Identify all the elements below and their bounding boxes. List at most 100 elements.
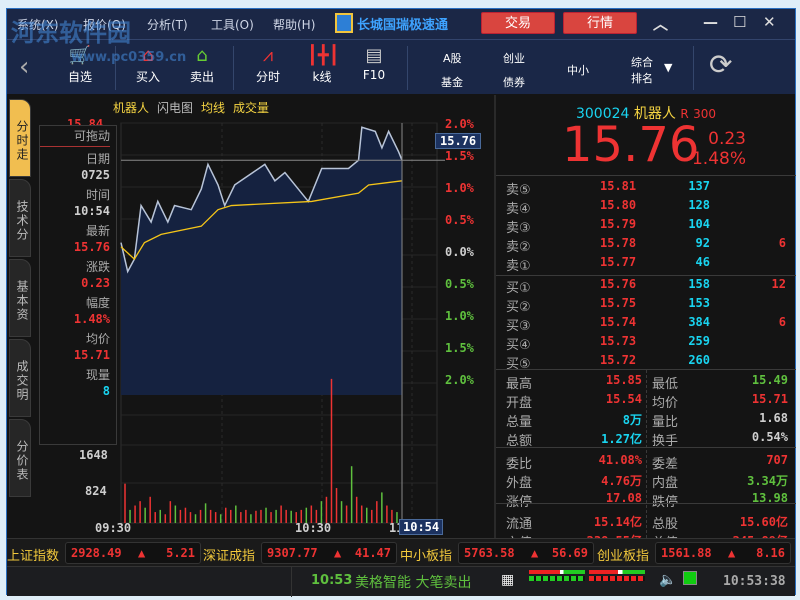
percent-tick: 1.0% — [445, 181, 474, 195]
quote-panel: 300024 机器人 R 300 15.76 0.23 1.48% 卖⑤ 15.8… — [494, 95, 796, 551]
cursor-time-label: 10:54 — [399, 519, 444, 535]
index-name[interactable]: 深证成指 — [203, 545, 255, 564]
cursor-info-panel[interactable]: 可拖动 日期 0725 时间 10:54 最新 15.76 涨跌 0.23 幅度 1.48… — [39, 125, 117, 445]
index-quote[interactable]: 5763.58 ▲ 56.69 — [458, 542, 594, 564]
cat-bonds[interactable]: 债券 — [503, 74, 525, 90]
buy-level-p[interactable]: 15.76 — [600, 277, 636, 291]
buy-level-p[interactable]: 15.72 — [600, 353, 636, 367]
buy-level-l: 买① — [506, 281, 531, 296]
stat-label: 委差 — [652, 457, 679, 472]
info-time-label: 时间 — [85, 188, 110, 202]
stat-value: 15.71 — [751, 392, 788, 406]
menu-help[interactable]: 帮助(H) — [273, 16, 315, 33]
sell-level-x: 6 — [778, 236, 786, 250]
buy-level-p[interactable]: 15.75 — [600, 296, 636, 310]
kline-button[interactable]: ┃╋┃ k线 — [307, 44, 340, 85]
stat-label: 最低 — [652, 377, 679, 392]
intraday-chart-icon: ⩘ — [262, 45, 274, 66]
menu-tools[interactable]: 工具(O) — [211, 16, 254, 33]
brand-logo-icon — [335, 13, 353, 33]
dropdown-icon[interactable]: ▼ — [664, 61, 672, 74]
cat-ranking[interactable]: 排名 — [631, 70, 653, 86]
intraday-chart[interactable]: 机器人 闪电图 均线 成交量 15.84 2.0% 1.5% 1.0% 0.5% 0.0… — [7, 95, 497, 538]
up-arrow-icon: ▲ — [728, 546, 736, 560]
stat-label: 量比 — [652, 415, 679, 430]
stat-value: 707 — [766, 453, 788, 467]
index-name[interactable]: 上证指数 — [7, 545, 59, 564]
buy-level-v: 259 — [688, 334, 710, 348]
index-name[interactable]: 创业板指 — [597, 545, 649, 564]
divider — [496, 175, 796, 176]
buy-level-v: 384 — [688, 315, 710, 329]
sell-level-l: 卖④ — [506, 202, 531, 217]
sell-level-p[interactable]: 15.81 — [600, 179, 636, 193]
sell-button[interactable]: ⌂ 卖出 — [187, 44, 217, 85]
watermark-url: www.pc0359.cn — [71, 50, 187, 65]
quote-button[interactable]: 行情 — [563, 12, 637, 34]
index-name[interactable]: 中小板指 — [400, 545, 452, 564]
index-change: 8.16 — [756, 546, 785, 560]
stat-value: 8万 — [622, 413, 642, 427]
network-status-icon[interactable] — [683, 571, 697, 585]
news-ticker[interactable]: 美格智能 大笔卖出 — [355, 572, 471, 592]
sell-level-l: 卖① — [506, 259, 531, 274]
index-quote[interactable]: 9307.77 ▲ 41.47 — [261, 542, 397, 564]
index-quote[interactable]: 2928.49 ▲ 5.21 — [65, 542, 201, 564]
index-value: 5763.58 — [464, 546, 515, 560]
refresh-icon[interactable]: ⟳ — [709, 48, 732, 81]
drag-label[interactable]: 可拖动 — [40, 126, 110, 147]
buy-level-x: 12 — [771, 277, 786, 291]
minimize-icon[interactable]: — — [703, 13, 718, 31]
cat-a-shares[interactable]: A股 — [443, 50, 462, 66]
sell-level-p[interactable]: 15.77 — [600, 255, 636, 269]
cat-sme[interactable]: 中小 — [567, 62, 589, 78]
stat-value: 1.68 — [759, 411, 788, 425]
info-pct: 1.48% — [73, 312, 110, 326]
sell-level-p[interactable]: 15.79 — [600, 217, 636, 231]
f10-button[interactable]: ▤ F10 — [359, 44, 389, 82]
grid-menu-icon[interactable]: ▦ — [501, 572, 514, 588]
info-date-label: 日期 — [85, 152, 110, 166]
intraday-label: 分时 — [255, 70, 280, 84]
watermark-text: 河东软件园 — [11, 19, 131, 47]
sell-label: 卖出 — [189, 70, 214, 84]
watermark: 河东软件园 www.pc0359.cn — [11, 13, 186, 65]
stat-value: 15.60亿 — [739, 515, 788, 529]
buy-level-v: 153 — [688, 296, 710, 310]
collapse-icon[interactable]: ︿ — [653, 13, 668, 34]
percent-tick: 0.0% — [445, 245, 474, 259]
up-arrow-icon: ▲ — [531, 546, 539, 560]
percent-tick: 2.0% — [445, 373, 474, 387]
info-vol: 8 — [102, 384, 110, 398]
cat-funds[interactable]: 基金 — [441, 74, 463, 90]
f10-label: F10 — [362, 68, 386, 82]
stat-label: 外盘 — [506, 476, 533, 491]
maximize-icon[interactable]: ☐ — [733, 13, 746, 31]
buy-level-p[interactable]: 15.73 — [600, 334, 636, 348]
sell-level-p[interactable]: 15.80 — [600, 198, 636, 212]
index-quote[interactable]: 1561.88 ▲ 8.16 — [655, 542, 791, 564]
percent-tick: 2.0% — [445, 117, 474, 131]
brand: 长城国瑞极速通 — [335, 13, 448, 33]
info-date: 0725 — [81, 168, 110, 182]
status-bar: 10:53 美格智能 大笔卖出 ▦ 🔈 10:53:38 — [7, 566, 795, 597]
info-avg: 15.71 — [73, 348, 110, 362]
main-content: 分时走 技术分 基本资 成交明 分价表 机器人 闪电图 均线 成交量 15.84 2.0… — [7, 95, 796, 551]
sell-level-l: 卖⑤ — [506, 183, 531, 198]
index-change: 5.21 — [166, 546, 195, 560]
close-icon[interactable]: ✕ — [763, 13, 776, 31]
cat-composite[interactable]: 综合 — [631, 54, 653, 70]
index-value: 1561.88 — [661, 546, 712, 560]
watchlist-label: 自选 — [67, 70, 92, 84]
buy-level-p[interactable]: 15.74 — [600, 315, 636, 329]
trade-button[interactable]: 交易 — [481, 12, 555, 34]
divider — [646, 370, 647, 538]
intraday-button[interactable]: ⩘ 分时 — [253, 44, 283, 85]
divider — [693, 46, 694, 90]
sell-level-l: 卖③ — [506, 221, 531, 236]
cat-chinext[interactable]: 创业 — [503, 50, 525, 66]
buy-level-v: 158 — [688, 277, 710, 291]
speaker-icon[interactable]: 🔈 — [659, 572, 676, 588]
stat-label: 跌停 — [652, 495, 679, 510]
sell-level-p[interactable]: 15.78 — [600, 236, 636, 250]
